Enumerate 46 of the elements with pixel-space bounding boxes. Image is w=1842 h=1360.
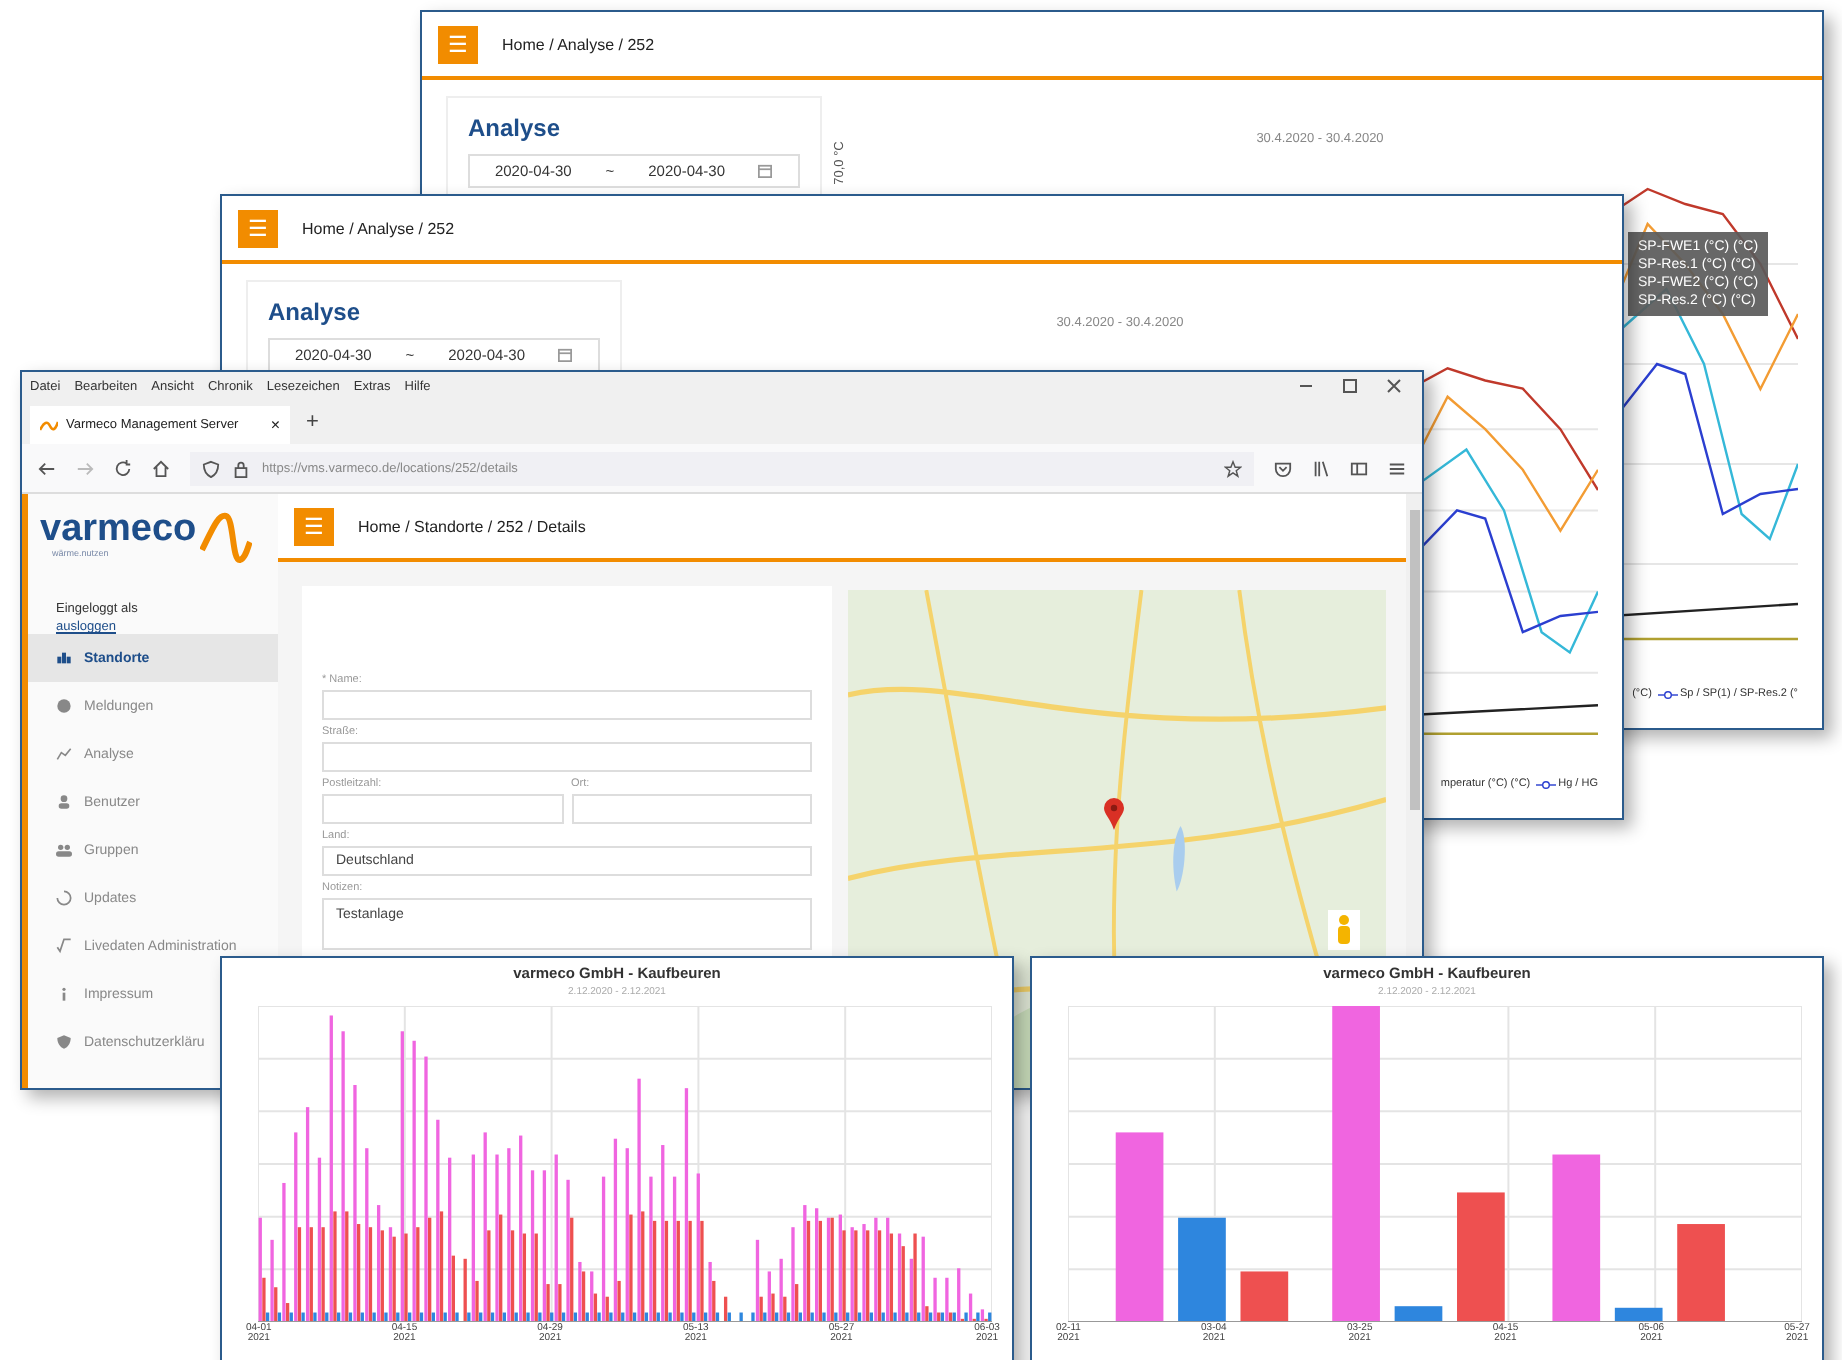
lock-icon [232, 459, 250, 477]
shield-icon [56, 1034, 72, 1050]
menu-icon[interactable] [1388, 459, 1406, 477]
root-icon [56, 938, 72, 954]
info-icon [56, 986, 72, 1002]
pocket-icon[interactable] [1274, 459, 1292, 477]
new-tab-button[interactable]: + [306, 410, 319, 434]
page-title: Analyse [468, 114, 563, 142]
sidebar-icon[interactable] [1350, 459, 1368, 477]
chart-icon [56, 746, 72, 762]
refresh-icon [56, 890, 72, 906]
back-icon[interactable] [38, 459, 56, 477]
logo-text: varmeco [40, 510, 197, 548]
bar [1677, 1224, 1725, 1322]
close-icon[interactable] [1386, 378, 1402, 394]
scrollbar[interactable] [1406, 494, 1422, 960]
people-icon [56, 842, 72, 858]
breadcrumb: Home / Standorte / 252 / Details [358, 517, 586, 535]
input-field[interactable] [571, 794, 812, 824]
wave-icon [40, 419, 58, 431]
bar [1240, 1271, 1289, 1322]
input-field[interactable] [322, 794, 563, 824]
reload-icon[interactable] [114, 459, 132, 477]
maximize-icon[interactable] [1342, 378, 1358, 394]
legend-marker-icon [1536, 779, 1557, 789]
breadcrumb: Home / Analyse / 252 [302, 219, 455, 237]
bar [1457, 1192, 1505, 1322]
calendar-icon [758, 164, 773, 178]
map-pin-icon [1104, 798, 1124, 830]
shield-icon [202, 459, 220, 477]
input-field[interactable] [322, 690, 812, 720]
wave-logo-icon [200, 510, 253, 566]
bar [1394, 1306, 1443, 1322]
page-title: Analyse [268, 298, 363, 326]
star-icon[interactable] [1224, 459, 1242, 477]
info-circle-icon [56, 698, 72, 714]
legend-marker-icon [1657, 689, 1678, 699]
calendar-icon [558, 348, 573, 362]
library-icon[interactable] [1312, 459, 1330, 477]
breadcrumb: Home / Analyse / 252 [502, 35, 655, 53]
home-icon[interactable] [152, 459, 170, 477]
bar [1178, 1217, 1226, 1322]
building-icon [56, 650, 72, 666]
person-icon [1332, 914, 1356, 946]
person-icon [56, 794, 72, 810]
input-field[interactable] [322, 742, 812, 772]
